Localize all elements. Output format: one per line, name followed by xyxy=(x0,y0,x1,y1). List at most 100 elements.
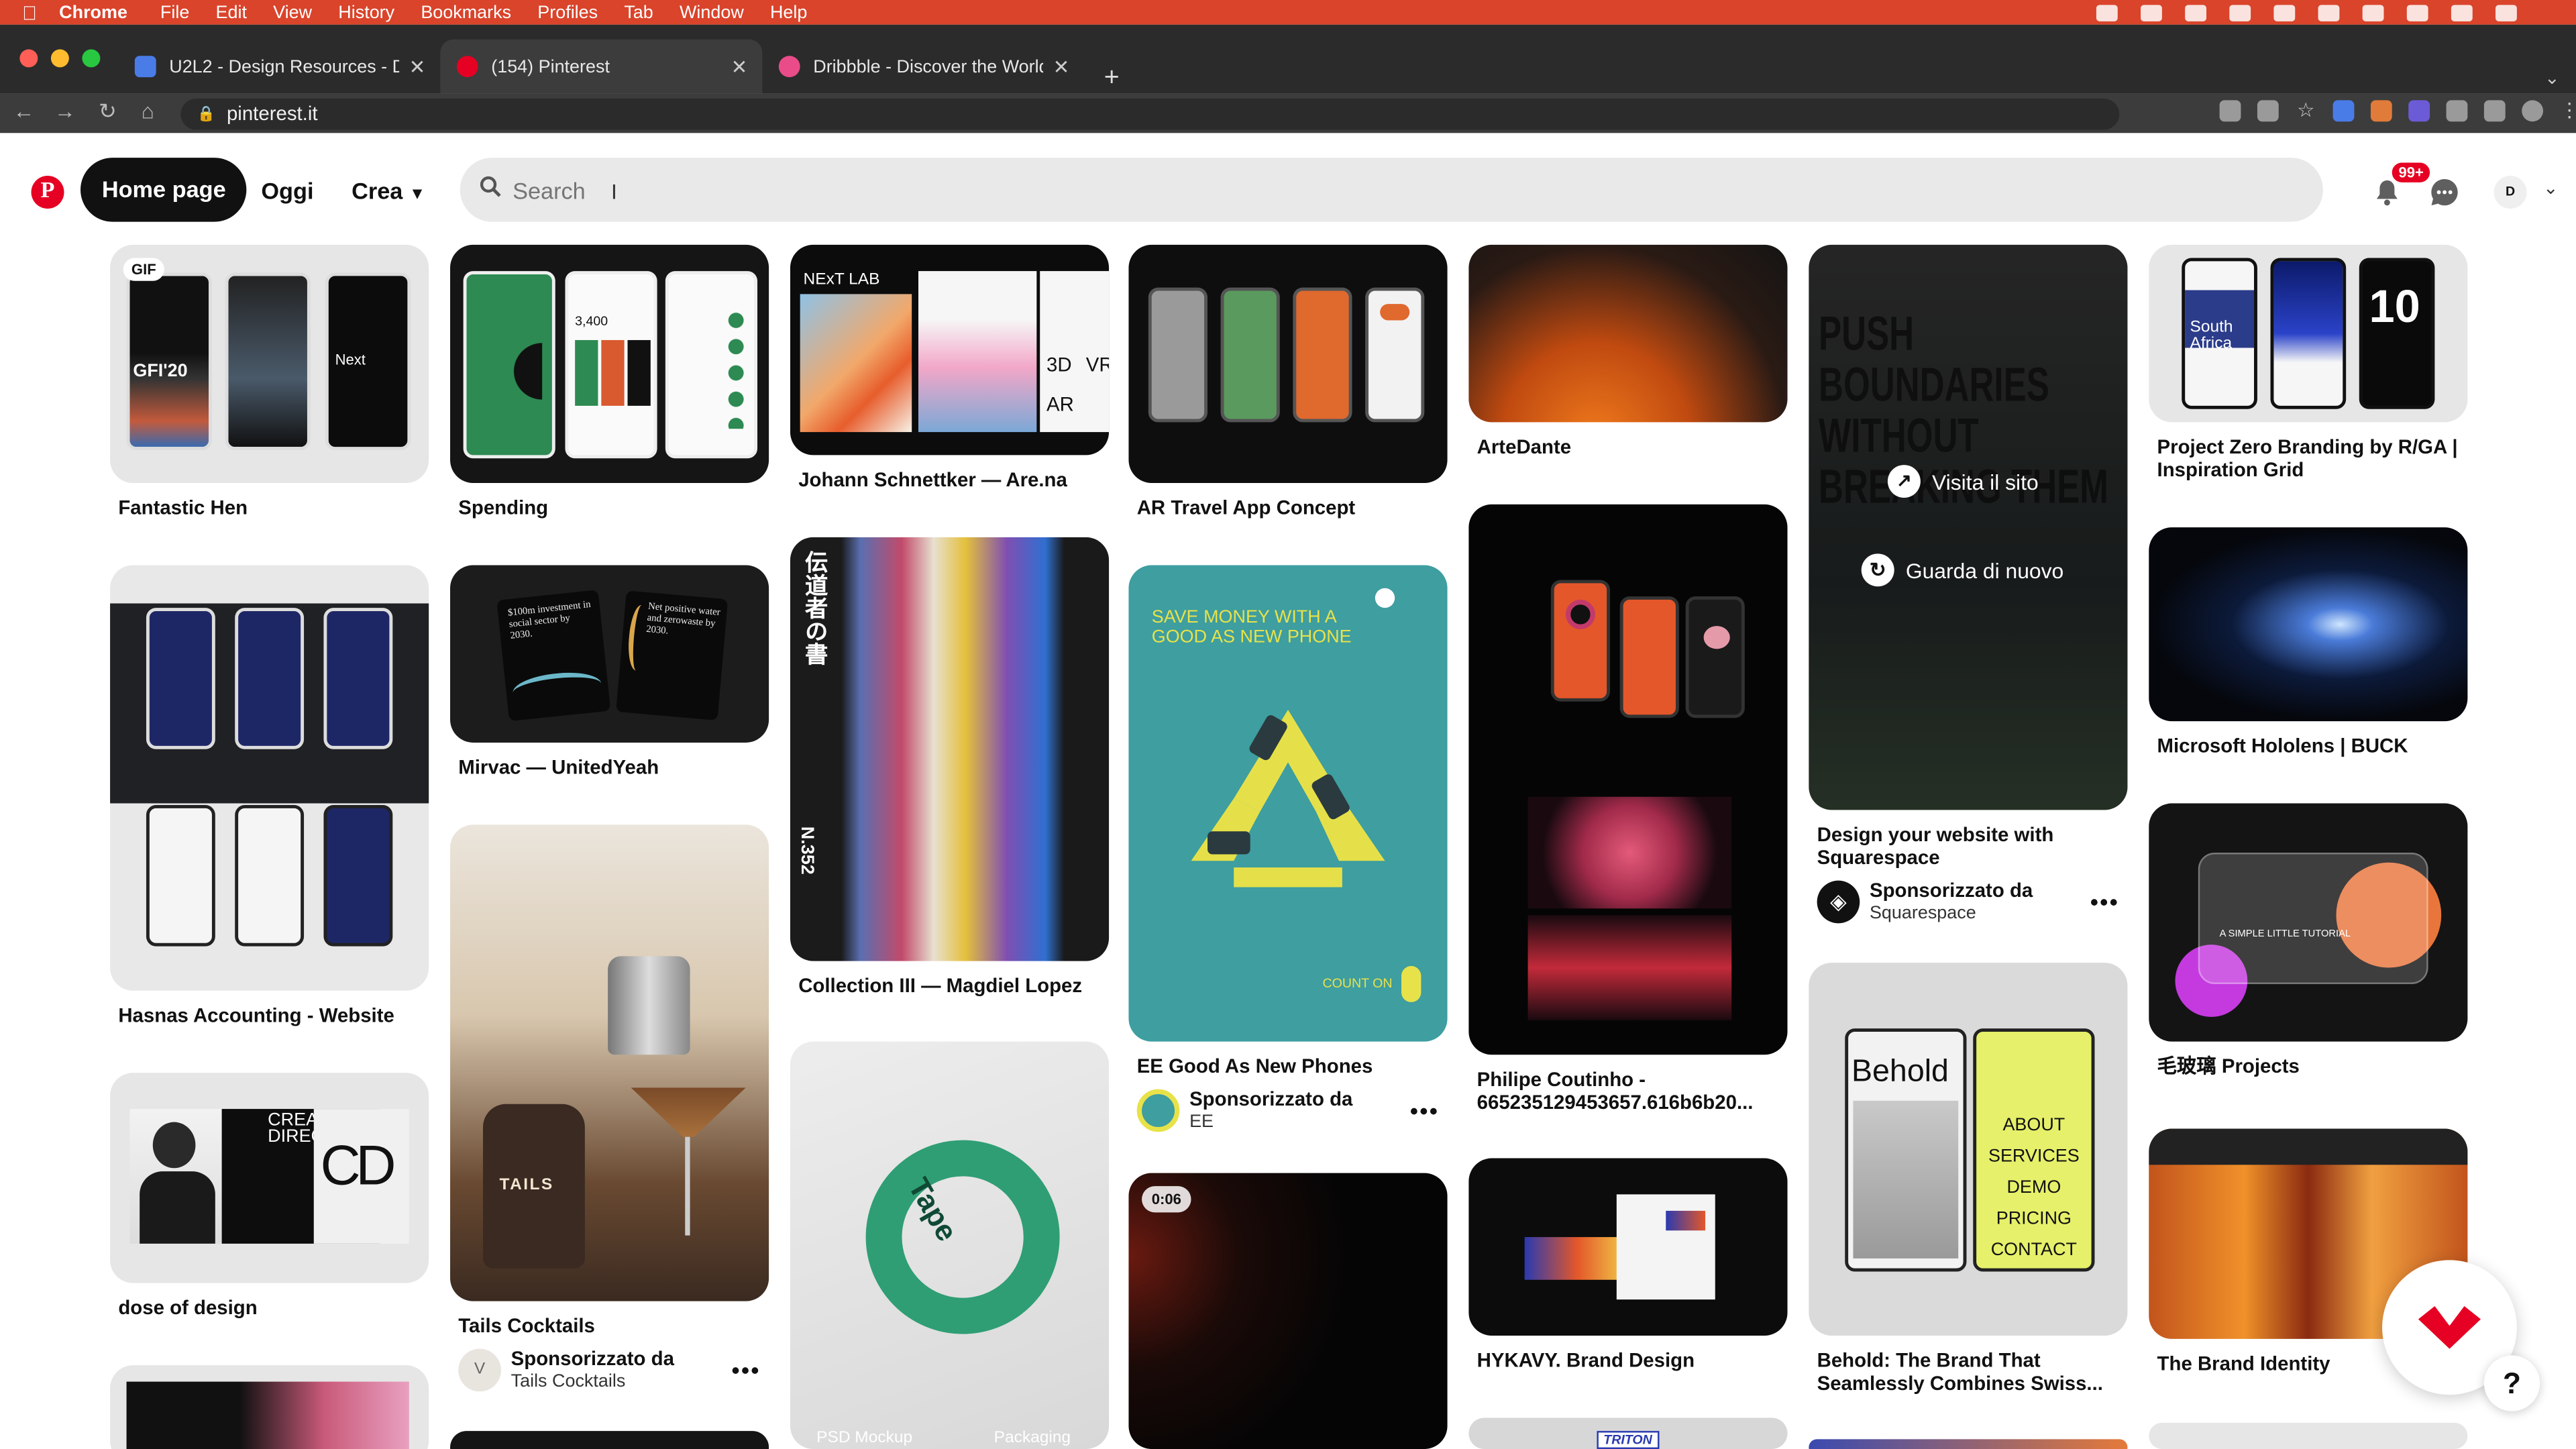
address-bar[interactable]: 🔒 pinterest.it xyxy=(180,98,2120,130)
pin-title[interactable]: dose of design xyxy=(118,1296,421,1319)
pin-image[interactable] xyxy=(110,1365,429,1449)
menu-help[interactable]: Help xyxy=(770,3,807,22)
pin-image[interactable]: SAVE MONEY WITH A GOOD AS NEW PHONE COUN… xyxy=(1128,565,1448,1042)
pin-project-zero[interactable]: South Africa 10 Project Zero Branding by… xyxy=(2149,244,2468,482)
pin-collection-3[interactable]: 伝道者の書 N.352 Collection III — Magdiel Lop… xyxy=(790,537,1110,998)
pin-title[interactable]: ArteDante xyxy=(1477,435,1780,458)
pin-title[interactable]: Design your website with Squarespace xyxy=(1817,823,2120,869)
pin-dose-of-design[interactable]: CREATIVEDIRECTOR CD dose of design xyxy=(110,1073,429,1320)
pin-title[interactable]: Mirvac — UnitedYeah xyxy=(458,756,761,779)
visit-site-button[interactable]: ↗ Visita il sito xyxy=(1887,465,2039,498)
pin-johann[interactable]: NExT LAB 3D VR AR Johann Schnettker — Ar… xyxy=(790,244,1110,491)
pin-hykavy[interactable]: HYKAVY. Brand Design xyxy=(1468,1158,1788,1372)
pin-image[interactable]: 3,400 xyxy=(450,244,769,484)
pin-partial[interactable] xyxy=(110,1365,429,1449)
menu-app-name[interactable]: Chrome xyxy=(59,3,127,22)
home-page-button[interactable]: Home page xyxy=(80,158,248,222)
pin-image[interactable]: GFI'20 Next GIF xyxy=(110,244,429,484)
menu-tab[interactable]: Tab xyxy=(624,3,653,22)
pin-title[interactable]: Tails Cocktails xyxy=(458,1314,761,1337)
pin-ee[interactable]: SAVE MONEY WITH A GOOD AS NEW PHONE COUN… xyxy=(1128,565,1448,1134)
pin-ar-travel[interactable]: AR Travel App Concept xyxy=(1128,244,1448,519)
pin-title[interactable]: Fantastic Hen xyxy=(118,496,421,519)
headphones-icon[interactable] xyxy=(2229,4,2251,21)
pin-maoboli[interactable]: A SIMPLE LITTLE TUTORIAL 毛玻璃 Projects xyxy=(2149,803,2468,1078)
account-chevron-icon[interactable]: ⌄ xyxy=(2543,177,2559,199)
status-icon[interactable] xyxy=(2096,4,2118,21)
menu-view[interactable]: View xyxy=(273,3,312,22)
pin-philipe[interactable]: Philipe Coutinho - 665235129453657.616b6… xyxy=(1468,504,1788,1114)
profile-icon[interactable] xyxy=(2522,100,2544,122)
pin-tails[interactable]: TAILS Tails Cocktails V Sponsorizzato da… xyxy=(450,824,769,1393)
pin-partial[interactable] xyxy=(1809,1439,2128,1449)
pin-title[interactable]: Project Zero Branding by R/GA | Inspirat… xyxy=(2157,435,2460,482)
pin-image[interactable]: Behold ABOUT SERVICES DEMO PRICING CONTA… xyxy=(1809,963,2128,1336)
close-tab-icon[interactable]: ✕ xyxy=(409,55,426,78)
install-icon[interactable] xyxy=(2219,100,2241,122)
pin-behold[interactable]: Behold ABOUT SERVICES DEMO PRICING CONTA… xyxy=(1809,963,2128,1395)
avatar[interactable]: D xyxy=(2493,176,2527,209)
squarespace-logo-icon[interactable]: ◈ xyxy=(1817,880,1860,924)
pin-image[interactable] xyxy=(1468,244,1788,423)
tab-dribbble[interactable]: Dribbble - Discover the World's ✕ xyxy=(762,40,1084,94)
pin-image[interactable] xyxy=(1809,1439,2128,1449)
menu-profiles[interactable]: Profiles xyxy=(537,3,598,22)
close-tab-icon[interactable]: ✕ xyxy=(731,55,748,78)
pin-title[interactable]: EE Good As New Phones xyxy=(1137,1055,1440,1077)
pin-image[interactable]: CREATIVEDIRECTOR CD xyxy=(110,1073,429,1283)
pin-partial[interactable] xyxy=(2149,1422,2468,1449)
help-button[interactable]: ? xyxy=(2483,1355,2540,1411)
pin-image[interactable] xyxy=(1468,504,1788,1055)
sponsor-name[interactable]: EE xyxy=(1189,1111,1352,1134)
pin-image[interactable]: South Africa 10 xyxy=(2149,244,2468,423)
sponsor-avatar[interactable] xyxy=(1136,1089,1180,1132)
pin-image[interactable]: 0:06 xyxy=(1128,1173,1448,1449)
more-options-icon[interactable]: ••• xyxy=(1410,1097,1439,1124)
pin-tape[interactable]: Tape PSD Mockup Packaging xyxy=(790,1041,1110,1449)
pin-title[interactable]: HYKAVY. Brand Design xyxy=(1477,1349,1780,1372)
sidebar-icon[interactable] xyxy=(2483,100,2506,122)
spotlight-icon[interactable] xyxy=(2406,4,2428,21)
sponsor-name[interactable]: Tails Cocktails xyxy=(511,1370,674,1393)
tab-pinterest[interactable]: (154) Pinterest ✕ xyxy=(440,39,763,94)
pin-spending[interactable]: 3,400 Spending xyxy=(450,244,769,519)
control-center-icon[interactable] xyxy=(2451,4,2473,21)
create-menu[interactable]: Crea ▼ xyxy=(352,177,425,203)
pin-image[interactable] xyxy=(2149,527,2468,722)
sponsor-avatar[interactable]: V xyxy=(458,1348,501,1392)
tab-search-icon[interactable]: ⌄ xyxy=(2544,67,2560,89)
pin-image[interactable]: PUSH BOUNDARIES WITHOUT BREAKING THEM ↗ … xyxy=(1809,244,2128,810)
search-input[interactable] xyxy=(513,158,1992,222)
sponsor-name[interactable]: Squarespace xyxy=(1870,902,2033,925)
new-tab-button[interactable]: + xyxy=(1104,64,1120,94)
pin-title[interactable]: AR Travel App Concept xyxy=(1137,496,1440,519)
pin-partial[interactable] xyxy=(450,1431,769,1449)
replay-button[interactable]: ↻ Guarda di nuovo xyxy=(1861,553,2063,587)
pin-title[interactable]: Spending xyxy=(458,496,761,519)
battery-icon[interactable] xyxy=(2273,4,2296,21)
bluetooth-icon[interactable] xyxy=(2185,4,2207,21)
lock-icon[interactable]: 🔒 xyxy=(197,99,215,130)
menu-window[interactable]: Window xyxy=(680,3,744,22)
status-icon[interactable] xyxy=(2141,4,2162,21)
pin-hasnas[interactable]: Hasnas Accounting - Website xyxy=(110,565,429,1027)
extension-icon[interactable] xyxy=(2370,100,2392,122)
keyboard-icon[interactable] xyxy=(2318,4,2340,21)
pin-image[interactable] xyxy=(2149,1422,2468,1449)
pin-image[interactable] xyxy=(110,565,429,991)
siri-icon[interactable] xyxy=(2496,4,2517,21)
menu-history[interactable]: History xyxy=(338,3,394,22)
pin-video[interactable]: 0:06 xyxy=(1128,1173,1448,1449)
wifi-icon[interactable] xyxy=(2362,4,2384,21)
pin-image[interactable] xyxy=(1128,244,1448,484)
puzzle-icon[interactable] xyxy=(2446,100,2468,122)
pin-squarespace[interactable]: PUSH BOUNDARIES WITHOUT BREAKING THEM ↗ … xyxy=(1809,244,2128,925)
pin-fantastic-hen[interactable]: GFI'20 Next GIF Fantastic Hen xyxy=(110,244,429,519)
pin-hololens[interactable]: Microsoft Hololens | BUCK xyxy=(2149,527,2468,757)
forward-icon[interactable]: → xyxy=(54,99,76,123)
kebab-menu-icon[interactable]: ⋮ xyxy=(2560,99,2576,121)
pin-image[interactable]: 伝道者の書 N.352 xyxy=(790,537,1110,961)
maximize-window-button[interactable] xyxy=(82,49,101,68)
extension-icon[interactable] xyxy=(2408,100,2430,122)
pin-title[interactable]: Microsoft Hololens | BUCK xyxy=(2157,735,2460,757)
